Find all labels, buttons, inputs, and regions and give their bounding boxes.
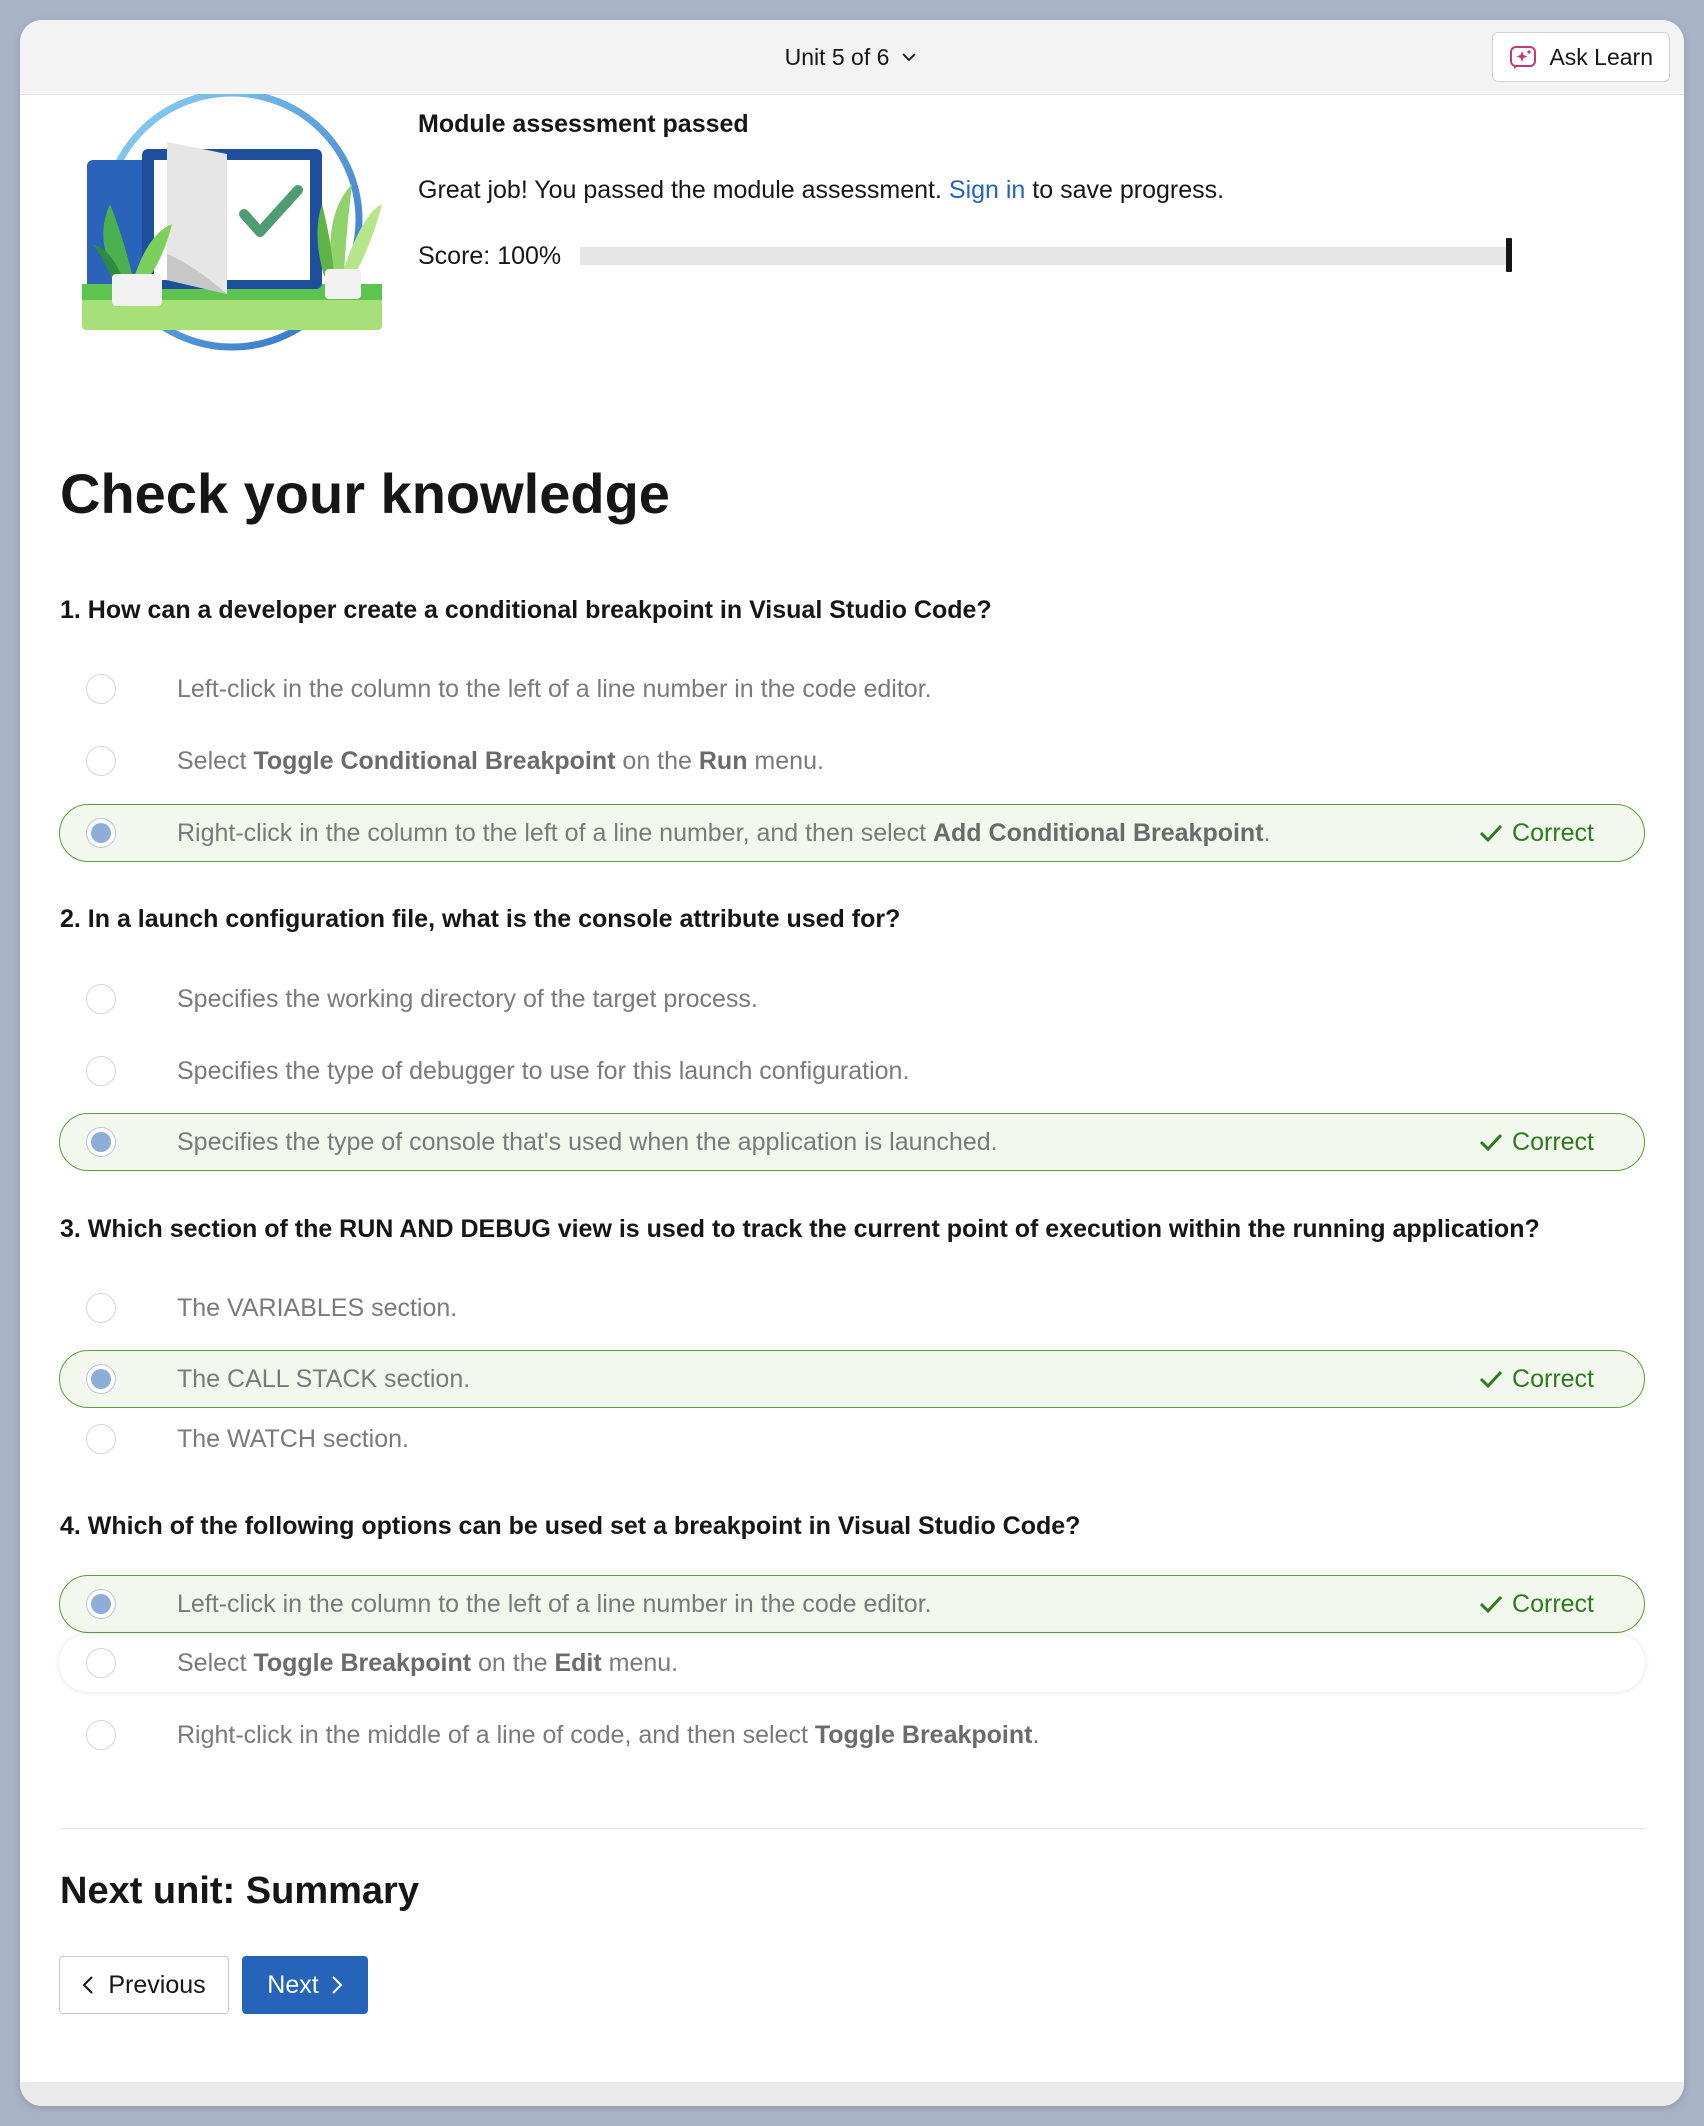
option-text: Select Toggle Conditional Breakpoint on …	[177, 746, 824, 775]
radio-button-selected[interactable]	[86, 1364, 116, 1394]
question-2-option-1[interactable]: Specifies the working directory of the t…	[59, 970, 1645, 1028]
previous-label: Previous	[108, 1970, 206, 1999]
assessment-message-prefix: Great job! You passed the module assessm…	[418, 176, 949, 204]
chevron-right-icon	[331, 1976, 343, 1994]
score-progress-bar	[580, 247, 1510, 265]
question-2-option-3[interactable]: Specifies the type of console that's use…	[59, 1113, 1645, 1171]
next-label: Next	[267, 1970, 319, 1999]
trophy-illustration	[82, 94, 382, 351]
option-text: The WATCH section.	[177, 1424, 409, 1453]
assessment-message: Great job! You passed the module assessm…	[418, 176, 1224, 205]
correct-badge: Correct	[1478, 1365, 1594, 1394]
radio-button[interactable]	[86, 1056, 116, 1086]
radio-button[interactable]	[86, 1293, 116, 1323]
question-2: 2. In a launch configuration file, what …	[60, 905, 901, 933]
next-button[interactable]: Next	[242, 1956, 368, 2014]
option-text: Right-click in the middle of a line of c…	[177, 1720, 1040, 1749]
divider	[60, 1828, 1646, 1829]
sign-in-link[interactable]: Sign in	[949, 176, 1025, 204]
option-text: Specifies the type of console that's use…	[177, 1127, 998, 1156]
option-text: The VARIABLES section.	[177, 1293, 458, 1322]
question-4-option-3[interactable]: Right-click in the middle of a line of c…	[59, 1706, 1645, 1764]
correct-badge: Correct	[1478, 1128, 1594, 1157]
question-4-option-2[interactable]: Select Toggle Breakpoint on the Edit men…	[59, 1634, 1645, 1692]
radio-button-selected[interactable]	[86, 818, 116, 848]
correct-badge: Correct	[1478, 1590, 1594, 1619]
checkmark-icon	[1479, 824, 1503, 843]
chevron-left-icon	[82, 1976, 94, 1994]
question-1-option-2[interactable]: Select Toggle Conditional Breakpoint on …	[59, 732, 1645, 790]
option-text: Right-click in the column to the left of…	[177, 818, 1271, 847]
browser-window: Unit 5 of 6 Ask Learn Module assessment …	[20, 20, 1684, 2106]
option-text: Left-click in the column to the left of …	[177, 1589, 932, 1618]
main-content: Module assessment passed Great job! You …	[20, 94, 1684, 2080]
unit-selector[interactable]: Unit 5 of 6	[20, 20, 1684, 94]
assessment-title: Module assessment passed	[418, 110, 749, 138]
checkmark-icon	[1479, 1595, 1503, 1614]
radio-button[interactable]	[86, 674, 116, 704]
bottom-scroll-area	[20, 2082, 1684, 2106]
checkmark-icon	[1479, 1133, 1503, 1152]
question-3: 3. Which section of the RUN AND DEBUG vi…	[60, 1215, 1540, 1243]
correct-label: Correct	[1512, 818, 1594, 847]
question-1-option-3[interactable]: Right-click in the column to the left of…	[59, 804, 1645, 862]
ask-learn-button[interactable]: Ask Learn	[1492, 32, 1670, 82]
question-1: 1. How can a developer create a conditio…	[60, 596, 992, 624]
option-text: Left-click in the column to the left of …	[177, 674, 932, 703]
option-text: Specifies the type of debugger to use fo…	[177, 1056, 910, 1085]
previous-button[interactable]: Previous	[59, 1956, 229, 2014]
correct-badge: Correct	[1478, 819, 1594, 848]
option-text: Specifies the working directory of the t…	[177, 984, 758, 1013]
radio-button[interactable]	[86, 1424, 116, 1454]
checkmark-icon	[1479, 1370, 1503, 1389]
radio-button-selected[interactable]	[86, 1589, 116, 1619]
question-3-option-1[interactable]: The VARIABLES section.	[59, 1279, 1645, 1337]
score-progress-marker	[1506, 238, 1512, 272]
question-1-option-1[interactable]: Left-click in the column to the left of …	[59, 660, 1645, 718]
chevron-down-icon	[902, 53, 917, 62]
score-label: Score: 100%	[418, 242, 562, 270]
ask-learn-icon	[1510, 46, 1537, 69]
question-4-option-1[interactable]: Left-click in the column to the left of …	[59, 1575, 1645, 1633]
page-title: Check your knowledge	[60, 462, 670, 525]
question-4: 4. Which of the following options can be…	[60, 1512, 1081, 1540]
unit-label: Unit 5 of 6	[784, 43, 890, 70]
radio-button[interactable]	[86, 1720, 116, 1750]
radio-button-selected[interactable]	[86, 1127, 116, 1157]
ask-learn-label: Ask Learn	[1549, 43, 1653, 70]
assessment-message-suffix: to save progress.	[1025, 176, 1225, 204]
correct-label: Correct	[1512, 1589, 1594, 1618]
question-3-option-3[interactable]: The WATCH section.	[59, 1410, 1645, 1468]
top-bar: Unit 5 of 6 Ask Learn	[20, 20, 1684, 95]
score-progress-fill	[580, 247, 1510, 265]
option-text: Select Toggle Breakpoint on the Edit men…	[177, 1648, 679, 1677]
question-3-option-2[interactable]: The CALL STACK section. Correct	[59, 1350, 1645, 1408]
radio-button[interactable]	[86, 1648, 116, 1678]
radio-button[interactable]	[86, 984, 116, 1014]
radio-button[interactable]	[86, 746, 116, 776]
option-text: The CALL STACK section.	[177, 1364, 471, 1393]
question-2-option-2[interactable]: Specifies the type of debugger to use fo…	[59, 1042, 1645, 1100]
next-unit-title: Next unit: Summary	[60, 1870, 419, 1912]
correct-label: Correct	[1512, 1127, 1594, 1156]
correct-label: Correct	[1512, 1364, 1594, 1393]
